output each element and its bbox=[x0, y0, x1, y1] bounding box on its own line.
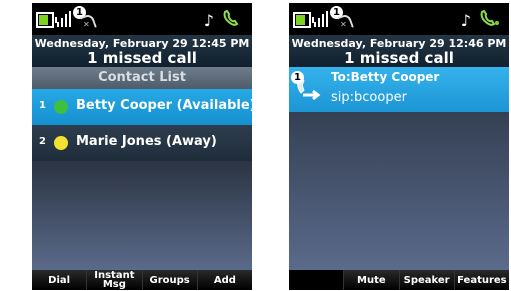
dial-softkey[interactable]: Dial bbox=[32, 270, 88, 290]
handset-icon bbox=[479, 9, 499, 27]
phone-screen-outgoing-call: 1 ✕ ♪ Wednesday, February 29 12:46 PM 1 … bbox=[289, 3, 509, 290]
contact-name: Marie Jones (Away) bbox=[76, 134, 217, 149]
empty-list-area bbox=[32, 161, 252, 270]
features-softkey[interactable]: Features bbox=[454, 270, 509, 290]
line-number-badge: 1 bbox=[291, 71, 304, 84]
contact-name: Betty Cooper (Available) bbox=[76, 98, 252, 113]
presence-away-icon bbox=[54, 136, 68, 150]
softkey-bar: Dial Instant Msg Groups Add bbox=[32, 270, 252, 290]
missed-call-text[interactable]: 1 missed call bbox=[32, 50, 252, 67]
battery-icon bbox=[36, 12, 57, 28]
speaker-softkey[interactable]: Speaker bbox=[399, 270, 455, 290]
contact-list-title: Contact List bbox=[32, 67, 252, 89]
missed-call-icon: 1 ✕ bbox=[73, 6, 98, 33]
music-note-icon: ♪ bbox=[203, 11, 214, 30]
status-bar: 1 ✕ ♪ bbox=[289, 3, 509, 35]
presence-available-icon bbox=[54, 100, 68, 114]
signal-icon bbox=[314, 11, 328, 27]
battery-icon bbox=[293, 12, 314, 28]
handset-icon bbox=[222, 9, 242, 27]
date-time: Wednesday, February 29 12:46 PM bbox=[291, 37, 507, 50]
contact-index: 2 bbox=[39, 136, 46, 147]
groups-softkey[interactable]: Groups bbox=[142, 270, 198, 290]
contact-index: 1 bbox=[39, 100, 46, 111]
mute-softkey[interactable]: Mute bbox=[344, 270, 400, 290]
date-header: Wednesday, February 29 12:45 PM 1 missed… bbox=[32, 35, 252, 67]
missed-call-text[interactable]: 1 missed call bbox=[289, 50, 509, 67]
missed-call-icon: 1 ✕ bbox=[330, 6, 355, 33]
contact-row[interactable]: 1 Betty Cooper (Available) bbox=[32, 89, 252, 125]
date-time: Wednesday, February 29 12:45 PM bbox=[34, 37, 250, 50]
call-recipient: To:Betty Cooper bbox=[331, 70, 440, 84]
signal-icon bbox=[57, 11, 71, 27]
contact-row[interactable]: 2 Marie Jones (Away) bbox=[32, 125, 252, 161]
softkey-bar: Mute Speaker Features bbox=[289, 270, 509, 290]
music-note-icon: ♪ bbox=[460, 11, 471, 30]
blank-softkey bbox=[289, 270, 345, 290]
add-softkey[interactable]: Add bbox=[197, 270, 252, 290]
status-bar: 1 ✕ ♪ bbox=[32, 3, 252, 35]
phone-screen-contact-list: 1 ✕ ♪ Wednesday, February 29 12:45 PM 1 … bbox=[32, 3, 252, 290]
call-sip-address: sip:bcooper bbox=[331, 90, 407, 105]
instant-msg-softkey[interactable]: Instant Msg bbox=[87, 270, 143, 290]
date-header: Wednesday, February 29 12:46 PM 1 missed… bbox=[289, 35, 509, 67]
